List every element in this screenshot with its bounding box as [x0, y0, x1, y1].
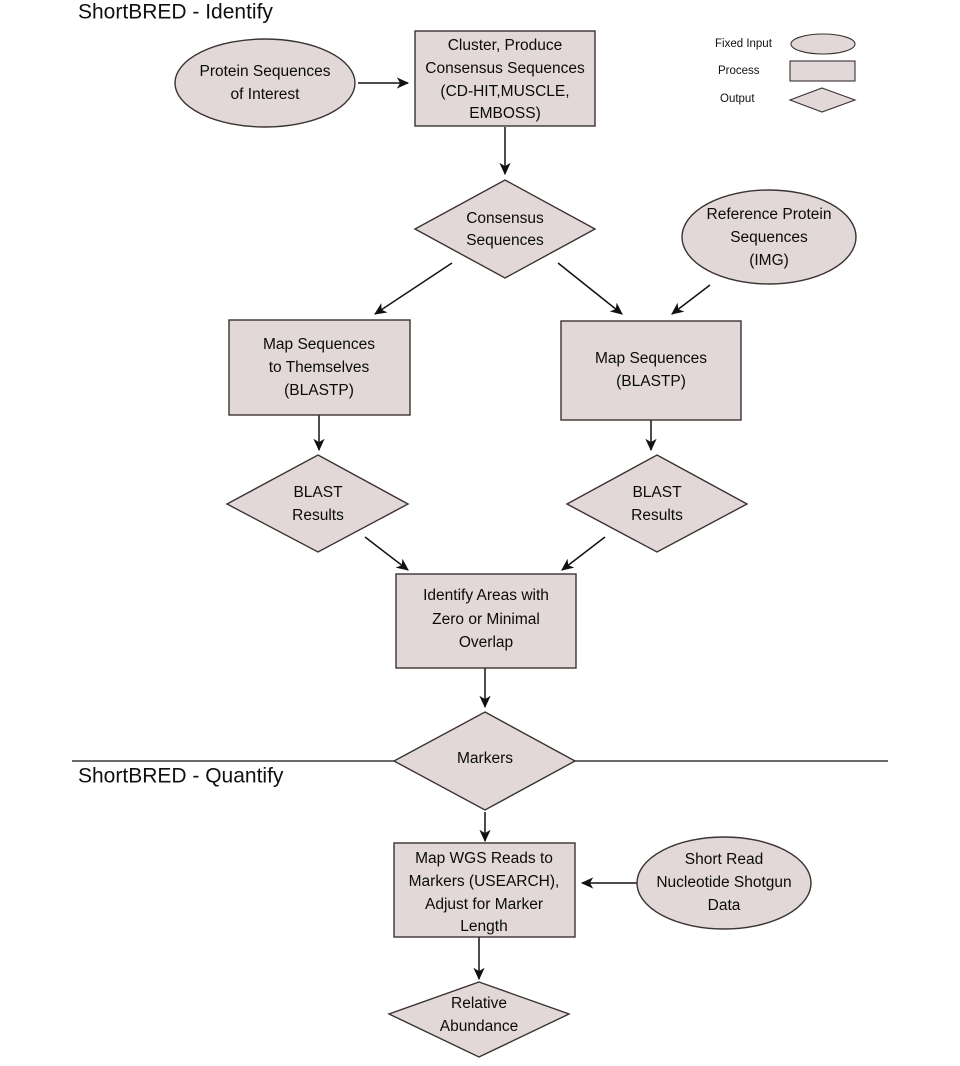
diamond-shape	[565, 454, 749, 553]
node-cluster-produce-consensus-sequences[interactable]: Cluster, Produce Consensus Sequences (CD…	[414, 30, 596, 127]
node-label-line-2: Abundance	[440, 1018, 518, 1035]
node-label-line-2: Consensus Sequences	[425, 60, 585, 77]
node-label-line-2: (BLASTP)	[616, 373, 686, 390]
node-label-line-3: (IMG)	[749, 252, 789, 269]
node-label-line-1: BLAST	[632, 484, 682, 501]
node-markers[interactable]: Markers	[392, 711, 577, 811]
legend-label-output: Output	[720, 93, 755, 105]
node-label-line-3: Overlap	[459, 634, 513, 651]
node-label-line-3: (BLASTP)	[284, 382, 354, 399]
node-relative-abundance[interactable]: Relative Abundance	[387, 981, 571, 1058]
node-label-line-3: Data	[708, 897, 741, 914]
diamond-shape	[413, 179, 597, 279]
node-label-line-2: Results	[631, 507, 683, 524]
legend-swatch-diamond-icon	[788, 87, 857, 113]
node-label-line-1: Relative	[451, 995, 507, 1012]
node-label-line-1: Markers	[457, 750, 513, 767]
edge-consensus-to-map-seq	[557, 262, 623, 315]
node-protein-sequences-of-interest[interactable]: Protein Sequences of Interest	[174, 38, 356, 128]
node-label-line-1: Short Read	[685, 851, 763, 868]
edge-blast-right-to-identify	[561, 536, 606, 571]
node-map-wgs-reads-to-markers[interactable]: Map WGS Reads to Markers (USEARCH), Adju…	[393, 842, 576, 938]
node-map-sequences-to-themselves-blastp[interactable]: Map Sequences to Themselves (BLASTP)	[228, 319, 411, 416]
edge-reference-to-map-seq	[671, 284, 711, 315]
node-label-line-2: Nucleotide Shotgun	[656, 874, 791, 891]
node-label-line-2: Results	[292, 507, 344, 524]
section-title-identify: ShortBRED - Identify	[78, 1, 273, 24]
edge-blast-left-to-identify	[364, 536, 409, 571]
node-blast-results-left[interactable]: BLAST Results	[225, 454, 410, 553]
node-label-line-1: Map Sequences	[263, 336, 375, 353]
node-label-line-2: Sequences	[730, 229, 808, 246]
node-label-line-1: Reference Protein	[707, 206, 832, 223]
edge-consensus-to-map-self	[374, 262, 453, 315]
node-label-line-1: Map WGS Reads to	[415, 850, 553, 867]
node-label-line-1: Cluster, Produce	[448, 37, 563, 54]
ellipse-shape	[174, 38, 356, 128]
node-label-line-1: Identify Areas with	[423, 587, 549, 604]
node-label-line-3: (CD-HIT,MUSCLE,	[440, 83, 569, 100]
legend: Fixed Input Process Output	[715, 33, 857, 113]
section-title-quantify: ShortBRED - Quantify	[78, 765, 284, 788]
node-short-read-nucleotide-shotgun-data[interactable]: Short Read Nucleotide Shotgun Data	[636, 836, 812, 930]
node-label-line-1: Protein Sequences	[200, 63, 331, 80]
legend-swatch-rectangle-icon	[789, 60, 856, 82]
node-label-line-2: Markers (USEARCH),	[409, 873, 560, 890]
flowchart-canvas: ShortBRED - Identify ShortBRED - Quantif…	[72, 1, 888, 1058]
node-label-line-3: Adjust for Marker	[425, 896, 543, 913]
node-label-line-1: Consensus	[466, 210, 544, 227]
node-label-line-4: Length	[460, 918, 507, 935]
node-identify-areas-with-zero-or-minimal-overlap[interactable]: Identify Areas with Zero or Minimal Over…	[395, 573, 577, 669]
node-label-line-2: to Themselves	[269, 359, 370, 376]
node-consensus-sequences[interactable]: Consensus Sequences	[413, 179, 597, 279]
legend-swatch-ellipse-icon	[790, 33, 856, 55]
node-label-line-2: Sequences	[466, 232, 544, 249]
node-label-line-1: Map Sequences	[595, 350, 707, 367]
node-label-line-2: of Interest	[231, 86, 301, 103]
node-label-line-1: BLAST	[293, 484, 343, 501]
legend-label-process: Process	[718, 65, 760, 77]
node-label-line-4: EMBOSS)	[469, 105, 540, 122]
node-map-sequences-blastp[interactable]: Map Sequences (BLASTP)	[560, 320, 742, 421]
legend-label-fixed-input: Fixed Input	[715, 38, 773, 50]
node-reference-protein-sequences-img[interactable]: Reference Protein Sequences (IMG)	[681, 189, 857, 285]
node-label-line-2: Zero or Minimal	[432, 611, 540, 628]
node-blast-results-right[interactable]: BLAST Results	[565, 454, 749, 553]
diamond-shape	[225, 454, 410, 553]
rectangle-shape	[560, 320, 742, 421]
